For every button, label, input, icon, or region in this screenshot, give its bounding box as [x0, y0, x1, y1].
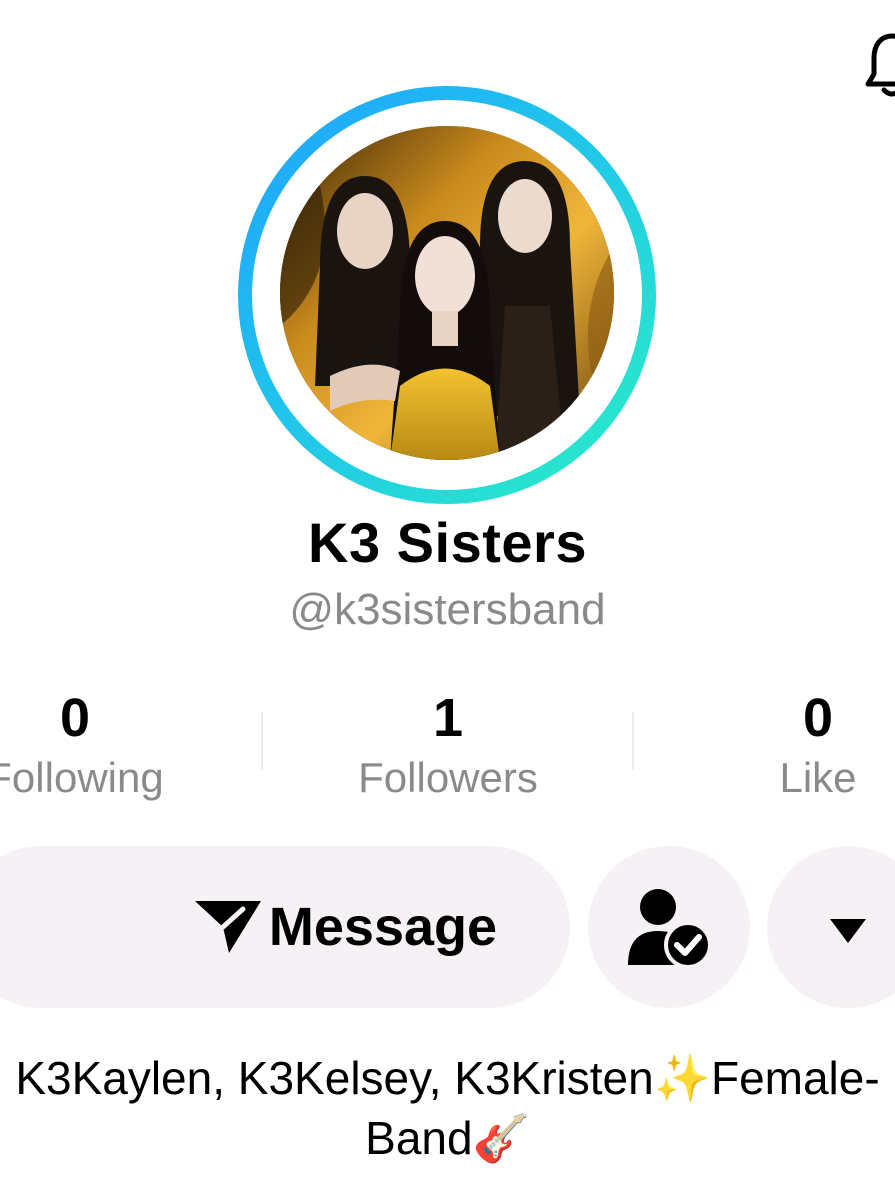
stat-followers[interactable]: 1 Followers	[318, 688, 578, 808]
message-button[interactable]: Message	[0, 846, 570, 1008]
avatar[interactable]	[280, 126, 614, 460]
bio-line-1: K3Kaylen, K3Kelsey, K3Kristen✨Female-	[15, 1052, 880, 1104]
avatar-story-ring[interactable]	[238, 86, 656, 504]
profile-photo	[280, 126, 614, 460]
likes-count: 0	[802, 688, 834, 748]
followers-label: Followers	[358, 754, 538, 801]
friends-button[interactable]	[588, 846, 750, 1008]
more-options-button[interactable]	[767, 846, 895, 1008]
user-check-icon	[628, 889, 712, 967]
followers-count: 1	[432, 688, 464, 748]
stat-divider	[261, 712, 263, 770]
likes-label: Like	[779, 754, 857, 801]
send-arrow-icon	[194, 901, 261, 953]
message-label: Message	[268, 897, 498, 957]
following-label: Following	[0, 754, 164, 801]
bio-line-2: Band🎸	[365, 1112, 530, 1164]
username: @k3sistersband	[289, 585, 606, 634]
caret-down-icon	[830, 919, 866, 943]
bell-icon[interactable]	[862, 30, 895, 100]
display-name: K3 Sisters	[308, 511, 587, 574]
following-count: 0	[59, 688, 91, 748]
stat-likes[interactable]: 0 Like	[688, 688, 895, 808]
stat-divider	[632, 712, 634, 770]
stat-following[interactable]: 0 Following	[0, 688, 205, 808]
bio: K3Kaylen, K3Kelsey, K3Kristen✨Female- Ba…	[0, 1048, 895, 1168]
